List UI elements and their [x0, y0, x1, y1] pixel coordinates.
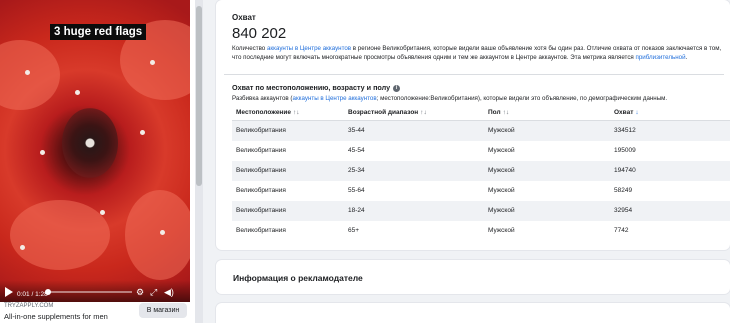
cell-reach: 58249 [614, 187, 633, 194]
video-texture [0, 40, 60, 110]
table-row: Великобритания 25-34 Мужской 194740 [232, 161, 730, 181]
ad-headline: All-in-one supplements for men [4, 312, 108, 321]
video-texture [25, 70, 30, 75]
play-icon[interactable] [5, 287, 13, 297]
section-divider [224, 74, 724, 75]
column-header-label: Пол [488, 109, 501, 116]
video-texture [20, 245, 25, 250]
video-texture [150, 60, 155, 65]
column-header-label: Местоположение [236, 109, 291, 116]
info-icon[interactable]: i [393, 84, 401, 92]
cell-gender: Мужской [488, 207, 515, 214]
column-header-age[interactable]: Возрастной диапазон ↑↓ [348, 109, 427, 116]
table-row: Великобритания 18-24 Мужской 32954 [232, 201, 730, 221]
cell-reach: 194740 [614, 167, 636, 174]
table-row: Великобритания 45-54 Мужской 195009 [232, 141, 730, 161]
shop-button[interactable]: В магазин [139, 303, 187, 318]
video-texture [10, 200, 110, 270]
video-texture [100, 210, 105, 215]
left-scrollbar[interactable] [195, 0, 203, 323]
reach-desc-text: Количество [232, 45, 267, 52]
ad-domain: TRYZAPPLY.COM [4, 303, 54, 309]
cell-age: 65+ [348, 227, 360, 234]
table-row: Великобритания 35-44 Мужской 334512 [232, 121, 730, 141]
next-section-card [216, 303, 730, 323]
reach-card: Охват 840 202 Количество аккаунты в Цент… [216, 0, 730, 250]
sort-icon[interactable]: ↑↓ [503, 109, 510, 116]
accounts-center-link[interactable]: аккаунты в Центре аккаунтов [267, 45, 351, 52]
cell-location: Великобритания [236, 187, 286, 194]
cell-location: Великобритания [236, 167, 286, 174]
table-header: Местоположение ↑↓ Возрастной диапазон ↑↓ П… [232, 104, 730, 121]
approximate-link[interactable]: приблизительной [636, 54, 686, 61]
ad-preview-panel: 3 huge red flags 0:01 / 1:28 ⚙ ⤢ ◀) TRYZ… [0, 0, 200, 323]
cell-location: Великобритания [236, 227, 286, 234]
cell-age: 25-34 [348, 167, 365, 174]
cell-gender: Мужской [488, 127, 515, 134]
video-texture [140, 130, 145, 135]
ad-video[interactable]: 3 huge red flags 0:01 / 1:28 ⚙ ⤢ ◀) [0, 0, 190, 302]
breakdown-title: Охват по местоположению, возрасту и полу… [232, 83, 401, 92]
accounts-center-link[interactable]: аккаунты в Центре аккаунтов [293, 95, 377, 102]
breakdown-desc-text: Разбивка аккаунтов ( [232, 95, 293, 102]
video-texture [75, 90, 80, 95]
cell-reach: 32954 [614, 207, 633, 214]
cell-reach: 195009 [614, 147, 636, 154]
cell-reach: 7742 [614, 227, 629, 234]
egg-cell-image [62, 108, 118, 178]
cell-age: 45-54 [348, 147, 365, 154]
column-header-gender[interactable]: Пол ↑↓ [488, 109, 509, 116]
video-progress-track[interactable] [44, 289, 132, 295]
ad-details-panel: Охват 840 202 Количество аккаунты в Цент… [208, 0, 730, 323]
cell-gender: Мужской [488, 147, 515, 154]
column-header-location[interactable]: Местоположение ↑↓ [236, 109, 299, 116]
cell-gender: Мужской [488, 167, 515, 174]
advertiser-info-title: Информация о рекламодателе [233, 273, 363, 283]
breakdown-description: Разбивка аккаунтов (аккаунты в Центре ак… [232, 95, 726, 102]
cell-location: Великобритания [236, 127, 286, 134]
breakdown-desc-text: ; местоположение:Великобритания), которы… [376, 95, 668, 102]
reach-value: 840 202 [232, 25, 287, 42]
video-texture [125, 190, 190, 280]
column-header-label: Охват [614, 109, 634, 116]
scrollbar-thumb[interactable] [196, 6, 202, 186]
ad-library-page: 3 huge red flags 0:01 / 1:28 ⚙ ⤢ ◀) TRYZ… [0, 0, 730, 323]
breakdown-title-text: Охват по местоположению, возрасту и полу [232, 83, 391, 92]
video-controls: 0:01 / 1:28 ⚙ ⤢ ◀) [0, 280, 190, 302]
video-texture [40, 150, 45, 155]
cell-gender: Мужской [488, 227, 515, 234]
cell-location: Великобритания [236, 147, 286, 154]
cell-location: Великобритания [236, 207, 286, 214]
sort-icon[interactable]: ↑↓ [420, 109, 427, 116]
cell-age: 18-24 [348, 207, 365, 214]
column-header-label: Возрастной диапазон [348, 109, 419, 116]
advertiser-info-section[interactable]: Информация о рекламодателе [216, 260, 730, 294]
sort-icon[interactable]: ↑↓ [293, 109, 300, 116]
cell-age: 35-44 [348, 127, 365, 134]
settings-icon[interactable]: ⚙ [136, 287, 144, 297]
video-texture [160, 230, 165, 235]
video-caption: 3 huge red flags [50, 24, 147, 40]
sort-desc-icon[interactable]: ↓ [635, 109, 638, 116]
fullscreen-icon[interactable]: ⤢ [150, 287, 157, 297]
reach-description: Количество аккаунты в Центре аккаунтов в… [232, 44, 726, 62]
video-time: 0:01 / 1:28 [17, 291, 48, 298]
column-header-reach[interactable]: Охват ↓ [614, 109, 639, 116]
reach-title: Охват [232, 13, 256, 22]
reach-desc-text: . [685, 54, 688, 61]
cell-age: 55-64 [348, 187, 365, 194]
cell-reach: 334512 [614, 127, 636, 134]
table-row: Великобритания 55-64 Мужской 58249 [232, 181, 730, 201]
table-row: Великобритания 65+ Мужской 7742 [232, 221, 730, 236]
volume-icon[interactable]: ◀) [164, 287, 174, 297]
video-progress-knob[interactable] [44, 289, 51, 295]
cell-gender: Мужской [488, 187, 515, 194]
demographics-table: Местоположение ↑↓ Возрастной диапазон ↑↓ П… [232, 104, 730, 236]
